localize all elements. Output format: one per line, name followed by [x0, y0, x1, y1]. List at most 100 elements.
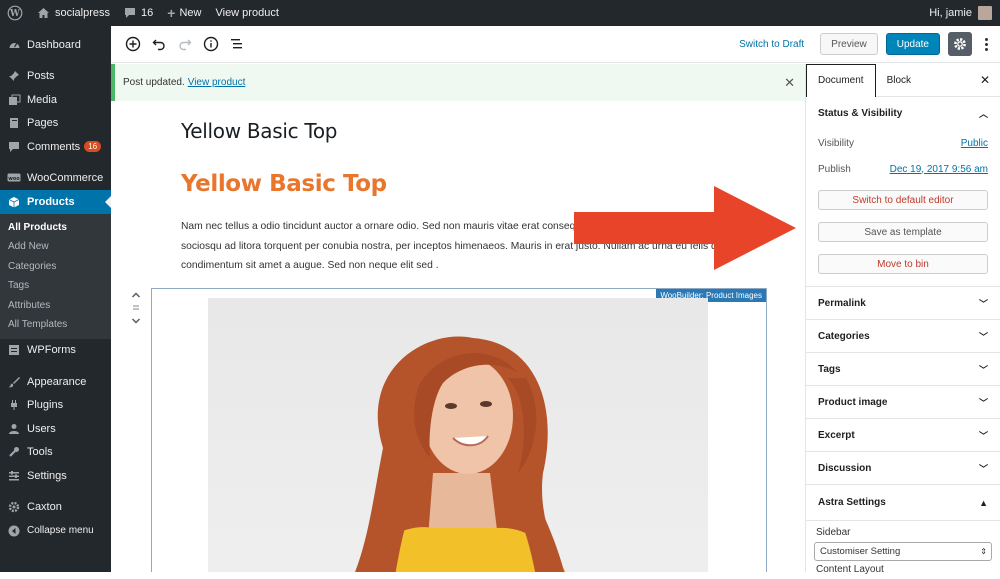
panel-tags[interactable]: Tags ﹀ [806, 353, 1000, 386]
panel-permalink[interactable]: Permalink ﹀ [806, 287, 1000, 320]
tab-block[interactable]: Block [876, 64, 922, 97]
wordpress-logo-icon[interactable]: W [0, 0, 30, 26]
new-label: New [179, 7, 202, 19]
switch-editor-button[interactable]: Switch to default editor [818, 190, 988, 210]
greeting: Hi, jamie [929, 7, 972, 19]
publish-row: Publish Dec 19, 2017 9:56 am [806, 156, 1000, 182]
menu-wpforms-label: WPForms [27, 344, 76, 357]
new-content-link[interactable]: + New [160, 0, 208, 26]
sidebar-layout-select[interactable]: Customiser Setting ⇕ [814, 542, 992, 561]
menu-dashboard[interactable]: Dashboard [0, 33, 111, 57]
collapse-icon [7, 524, 21, 538]
gear-icon [954, 38, 966, 50]
panel-title: Permalink [818, 297, 866, 309]
product-images-block[interactable]: WooBuilder: Product Images [151, 288, 767, 572]
view-product-label: View product [215, 7, 279, 19]
info-icon[interactable] [199, 32, 223, 56]
gear-icon [7, 500, 21, 514]
post-title[interactable]: Yellow Basic Top [181, 119, 337, 143]
menu-posts[interactable]: Posts [0, 65, 111, 89]
publish-date[interactable]: Dec 19, 2017 9:56 am [890, 164, 988, 175]
chevron-down-icon: ﹀ [978, 463, 988, 474]
submenu-all-templates[interactable]: All Templates [0, 315, 111, 335]
tab-document[interactable]: Document [806, 63, 876, 97]
panel-categories[interactable]: Categories ﹀ [806, 320, 1000, 353]
panel-title: Astra Settings [818, 497, 886, 508]
submenu-attributes[interactable]: Attributes [0, 296, 111, 316]
panel-product-image[interactable]: Product image ﹀ [806, 386, 1000, 419]
panel-title: Status & Visibility [818, 108, 903, 119]
menu-comments[interactable]: Comments 16 [0, 135, 111, 159]
menu-posts-label: Posts [27, 70, 55, 83]
add-block-icon[interactable] [121, 32, 145, 56]
submenu-add-new[interactable]: Add New [0, 237, 111, 257]
menu-woocommerce-label: WooCommerce [27, 172, 104, 185]
content-layout-label: Content Layout [816, 564, 884, 575]
comments-link[interactable]: 16 [117, 0, 160, 26]
menu-appearance[interactable]: Appearance [0, 370, 111, 394]
settings-gear-button[interactable] [948, 32, 972, 56]
admin-side-menu: Dashboard Posts Media Pages Comments 16 … [0, 26, 111, 572]
submenu-categories[interactable]: Categories [0, 257, 111, 277]
chevron-down-icon: ﹀ [978, 298, 988, 309]
chevron-down-icon: ﹀ [978, 397, 988, 408]
menu-caxton[interactable]: Caxton [0, 496, 111, 520]
block-navigation-icon[interactable] [225, 32, 249, 56]
menu-pages[interactable]: Pages [0, 112, 111, 136]
caret-up-icon: ▲ [979, 497, 988, 508]
collapse-menu-button[interactable]: Collapse menu [0, 519, 111, 543]
my-account[interactable]: Hi, jamie [929, 6, 1000, 20]
brush-icon [7, 375, 21, 389]
comment-count: 16 [141, 7, 154, 19]
notice-view-product-link[interactable]: View product [188, 77, 246, 88]
view-product-link[interactable]: View product [208, 0, 285, 26]
menu-plugins-label: Plugins [27, 399, 64, 412]
collapse-menu-label: Collapse menu [27, 525, 94, 537]
undo-icon[interactable] [147, 32, 171, 56]
menu-tools[interactable]: Tools [0, 441, 111, 465]
heading-block[interactable]: Yellow Basic Top [181, 171, 387, 197]
switch-to-draft-button[interactable]: Switch to Draft [731, 39, 812, 50]
site-name-link[interactable]: socialpress [30, 0, 117, 26]
panel-excerpt[interactable]: Excerpt ﹀ [806, 419, 1000, 452]
submenu-all-products[interactable]: All Products [0, 218, 111, 238]
panel-astra-settings[interactable]: Astra Settings ▲ [806, 485, 1000, 521]
chevron-up-icon[interactable] [131, 291, 141, 299]
submenu-tags[interactable]: Tags [0, 276, 111, 296]
menu-woocommerce[interactable]: woo WooCommerce [0, 167, 111, 191]
panel-status-visibility[interactable]: Status & Visibility ︿ [806, 97, 1000, 130]
visibility-value[interactable]: Public [961, 138, 988, 149]
product-image [208, 298, 708, 572]
pages-icon [7, 116, 21, 130]
admin-bar: W socialpress 16 + New View product Hi, … [0, 0, 1000, 26]
more-options-icon[interactable] [980, 37, 992, 51]
preview-button[interactable]: Preview [820, 33, 878, 55]
chevron-up-icon: ︿ [978, 109, 988, 119]
menu-users[interactable]: Users [0, 417, 111, 441]
wpforms-icon [7, 343, 21, 357]
menu-settings[interactable]: Settings [0, 464, 111, 488]
panel-title: Product image [818, 396, 888, 408]
media-icon [7, 93, 21, 107]
publish-label: Publish [818, 163, 851, 175]
save-as-template-button[interactable]: Save as template [818, 222, 988, 242]
chevron-down-icon[interactable] [131, 317, 141, 325]
close-icon[interactable]: ✕ [980, 73, 990, 87]
update-button[interactable]: Update [885, 33, 940, 55]
menu-plugins[interactable]: Plugins [0, 394, 111, 418]
users-icon [7, 422, 21, 436]
close-icon[interactable]: ✕ [784, 75, 795, 91]
menu-wpforms[interactable]: WPForms [0, 339, 111, 363]
editor-toolbar: Switch to Draft Preview Update [111, 26, 1000, 63]
panel-discussion[interactable]: Discussion ﹀ [806, 452, 1000, 485]
menu-products[interactable]: Products [0, 190, 111, 214]
settings-icon [7, 469, 21, 483]
menu-caxton-label: Caxton [27, 501, 62, 514]
comment-icon [125, 8, 136, 18]
move-to-bin-button[interactable]: Move to bin [818, 254, 988, 274]
redo-icon[interactable] [173, 32, 197, 56]
drag-handle-icon[interactable] [131, 303, 141, 313]
menu-media[interactable]: Media [0, 88, 111, 112]
comments-badge: 16 [84, 141, 102, 153]
block-mover [129, 291, 143, 325]
